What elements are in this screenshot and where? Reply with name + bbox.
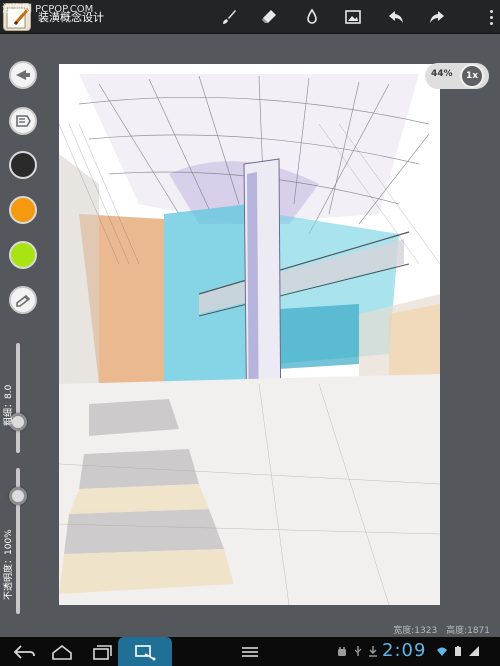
- system-clock: 2:09: [382, 640, 427, 661]
- drawing-canvas[interactable]: [59, 64, 440, 605]
- canvas-height-label: 高度:1871: [446, 626, 490, 636]
- battery-icon: [455, 646, 461, 656]
- canvas-width-label: 宽度:1323: [393, 626, 438, 636]
- menu-icon[interactable]: [232, 640, 268, 664]
- overflow-menu-icon[interactable]: [488, 7, 494, 27]
- interior-sketch: [59, 74, 440, 605]
- home-icon[interactable]: [44, 640, 80, 664]
- image-icon[interactable]: [340, 5, 366, 29]
- usb-icon: [354, 646, 362, 656]
- back-icon[interactable]: [6, 640, 42, 664]
- size-label: 粗细：8.0: [4, 384, 14, 426]
- recent-apps-icon[interactable]: [84, 640, 120, 664]
- opacity-label: 不透明度：100%: [4, 529, 14, 600]
- wifi-icon: [437, 647, 447, 656]
- app-window: 装潢概念设计 泡泡网 PCPOP.COM 粗细：8.0 不透明度：100% 44…: [0, 0, 500, 666]
- screenshot-icon[interactable]: [127, 640, 163, 664]
- color-swatch-orange[interactable]: [9, 196, 37, 224]
- zoom-reset-button[interactable]: 1x: [460, 64, 484, 88]
- redo-icon[interactable]: [424, 5, 450, 29]
- signal-icon: [469, 646, 479, 656]
- brush-type-tool[interactable]: [9, 61, 37, 89]
- canvas-dimensions: 宽度:1323 高度:1871: [387, 623, 490, 636]
- brush-icon[interactable]: [216, 5, 242, 29]
- color-swatch-lime[interactable]: [9, 241, 37, 269]
- undo-icon[interactable]: [383, 5, 409, 29]
- size-slider-track[interactable]: [16, 343, 20, 453]
- watermark: 泡泡网 PCPOP.COM: [2, 4, 94, 15]
- dropper-icon[interactable]: [299, 5, 325, 29]
- opacity-slider-thumb[interactable]: [9, 487, 27, 505]
- brush-settings-tool[interactable]: [9, 107, 37, 135]
- eraser-icon[interactable]: [256, 5, 282, 29]
- android-debug-icon: [338, 647, 346, 656]
- pen-tool[interactable]: [9, 286, 37, 314]
- system-navigation-bar: 2:09: [0, 637, 500, 666]
- top-action-bar: 装潢概念设计 泡泡网 PCPOP.COM: [0, 0, 500, 34]
- zoom-percent: 44%: [431, 69, 453, 79]
- color-swatch-black[interactable]: [9, 151, 37, 179]
- download-icon: [369, 646, 377, 657]
